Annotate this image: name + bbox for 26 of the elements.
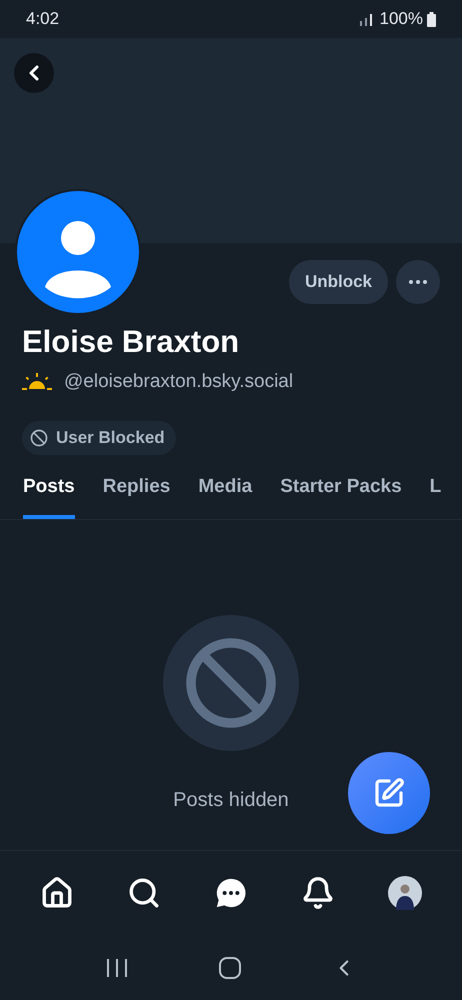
sunrise-icon	[22, 373, 52, 392]
back-button[interactable]	[14, 53, 54, 93]
status-time: 4:02	[26, 8, 60, 30]
empty-message: Posts hidden	[173, 788, 289, 813]
more-button[interactable]	[396, 260, 440, 304]
badge-label: User Blocked	[56, 426, 165, 449]
compose-icon	[373, 777, 405, 809]
blocked-icon	[183, 635, 279, 731]
profile-tab[interactable]: Posts	[23, 468, 75, 519]
profile-name: Eloise Braxton	[22, 324, 240, 360]
home-icon[interactable]	[40, 876, 74, 910]
profile-tab[interactable]: Media	[198, 468, 252, 519]
home-button-icon[interactable]	[218, 956, 242, 980]
search-icon[interactable]	[127, 876, 162, 910]
recent-apps-icon[interactable]	[104, 958, 129, 978]
profile-tab[interactable]: Starter Packs	[280, 468, 402, 519]
profile-tab[interactable]: L	[430, 468, 442, 519]
bell-icon[interactable]	[300, 876, 335, 910]
battery-level: 100%	[380, 8, 423, 30]
more-icon	[409, 280, 427, 284]
profile-handle: @eloisebraxton.bsky.social	[64, 370, 294, 394]
unblock-button[interactable]: Unblock	[288, 260, 388, 304]
blocked-icon	[30, 428, 48, 446]
battery-icon	[427, 12, 436, 26]
profile-avatar[interactable]	[388, 876, 422, 910]
profile-tab[interactable]: Replies	[102, 468, 170, 519]
